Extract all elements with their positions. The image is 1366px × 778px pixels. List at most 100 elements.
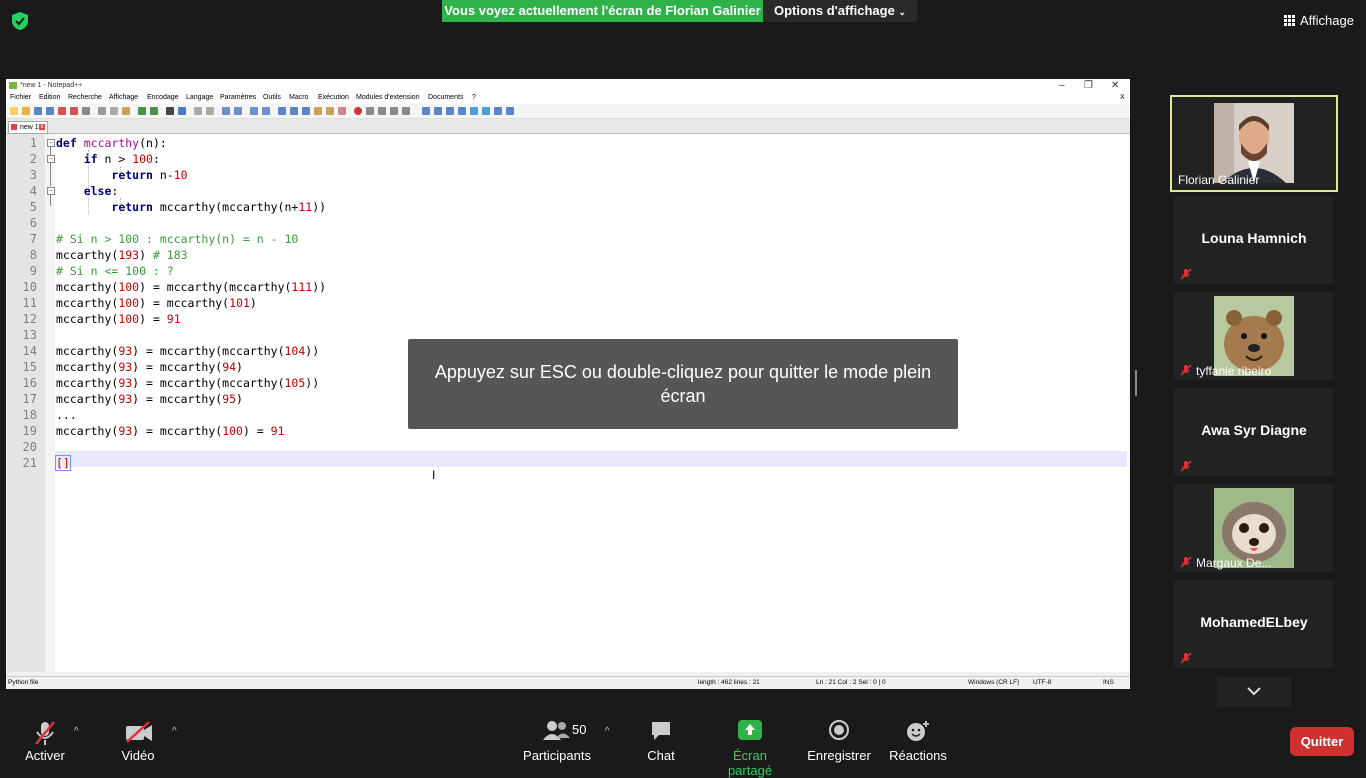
folder-workspace-icon[interactable] [326,107,334,115]
plugin-icon-6[interactable] [506,107,514,115]
view-button[interactable]: Affichage [1278,8,1360,32]
unmute-button[interactable]: Activer [20,712,70,768]
find-icon[interactable] [166,107,174,115]
close-doc-icon[interactable]: X [1120,92,1125,104]
lang-icon[interactable] [290,107,298,115]
close-file-icon[interactable] [58,107,66,115]
monitoring-icon[interactable] [338,107,346,115]
plugin-icon-2[interactable] [434,107,442,115]
participant-tile-tyffanie[interactable]: tyffanie ribeiro [1174,292,1334,380]
unsaved-file-icon [11,124,17,130]
code-line: mccarthy(93) = mccarthy(100) = 91 [56,424,285,438]
arrow-down-icon[interactable] [482,107,490,115]
fold-toggle-icon[interactable]: – [47,139,55,147]
participant-tile-mohamed[interactable]: MohamedELbey [1174,580,1334,668]
doc-map-icon[interactable] [302,107,310,115]
participant-name: tyffanie ribeiro [1196,364,1272,378]
participant-tile-awa[interactable]: Awa Syr Diagne [1174,388,1334,476]
more-participants-button[interactable] [1217,677,1291,707]
status-file-type: Python file [8,679,39,686]
panel-resize-handle[interactable] [1135,370,1137,396]
save-macro-icon[interactable] [402,107,410,115]
code-line: mccarthy(93) = mccarthy(95) [56,392,243,406]
print-icon[interactable] [82,107,90,115]
menu-help[interactable]: ? [472,92,476,104]
video-label: Vidéo [121,748,155,763]
restore-icon[interactable]: ❐ [1084,79,1093,92]
zoom-in-icon[interactable] [194,107,202,115]
save-all-icon[interactable] [46,107,54,115]
function-list-icon[interactable] [314,107,322,115]
video-options-caret-icon[interactable]: ^ [172,726,177,737]
paste-icon[interactable] [122,107,130,115]
save-icon[interactable] [34,107,42,115]
participant-tile-margaux[interactable]: Margaux De... [1174,484,1334,572]
sync-h-icon[interactable] [234,107,242,115]
menu-langage[interactable]: Langage [186,92,213,104]
word-wrap-icon[interactable] [250,107,258,115]
menu-edition[interactable]: Edition [39,92,60,104]
fold-toggle-icon[interactable]: – [47,155,55,163]
sync-v-icon[interactable] [222,107,230,115]
tab-new-1[interactable]: new 1 x [8,121,48,134]
leave-meeting-button[interactable]: Quitter [1290,727,1354,756]
menu-documents[interactable]: Documents [428,92,463,104]
participants-button[interactable]: 50 Participants [522,712,592,768]
new-file-icon[interactable] [10,107,18,115]
menu-fichier[interactable]: Fichier [10,92,31,104]
video-button[interactable]: Vidéo [113,712,163,768]
redo-icon[interactable] [150,107,158,115]
view-options-label: Options d'affichage [774,3,895,18]
plugin-icon-3[interactable] [446,107,454,115]
record-macro-icon[interactable] [354,107,362,115]
plugin-icon-5[interactable] [494,107,502,115]
status-mode: INS [1103,679,1114,686]
reactions-button[interactable]: Réactions [888,712,948,768]
indent-guide-icon[interactable] [278,107,286,115]
security-shield-icon[interactable] [12,12,28,30]
close-all-icon[interactable] [70,107,78,115]
menu-recherche[interactable]: Recherche [68,92,102,104]
tab-close-icon[interactable]: x [39,124,45,130]
code-line: [] [55,455,71,471]
menu-execution[interactable]: Exécution [318,92,349,104]
copy-icon[interactable] [110,107,118,115]
code-line: mccarthy(193) # 183 [56,248,188,262]
zoom-out-icon[interactable] [206,107,214,115]
play-macro-icon[interactable] [378,107,386,115]
view-options-menu[interactable]: Options d'affichage ⌄ [763,0,917,22]
line-number: 1 [29,136,37,150]
cut-icon[interactable] [98,107,106,115]
menu-affichage[interactable]: Affichage [109,92,138,104]
undo-icon[interactable] [138,107,146,115]
share-screen-button[interactable]: Écran partagé [710,712,790,778]
tab-label: new 1 [20,124,39,131]
chat-button[interactable]: Chat [636,712,686,768]
notepad-title-bar: *new 1 - Notepad++ – ❐ ✕ [6,79,1130,92]
menu-encodage[interactable]: Encodage [147,92,179,104]
open-file-icon[interactable] [22,107,30,115]
screen-share-banner: Vous voyez actuellement l'écran de Flori… [442,0,763,22]
audio-options-caret-icon[interactable]: ^ [74,726,79,737]
replace-icon[interactable] [178,107,186,115]
close-icon[interactable]: ✕ [1111,79,1119,92]
plugin-icon-1[interactable] [422,107,430,115]
code-line: mccarthy(93) = mccarthy(mccarthy(105)) [56,376,320,390]
menu-parametres[interactable]: Paramètres [220,92,256,104]
play-multiple-icon[interactable] [390,107,398,115]
stop-macro-icon[interactable] [366,107,374,115]
record-button[interactable]: Enregistrer [806,712,872,768]
minimize-icon[interactable]: – [1059,79,1065,92]
arrow-up-icon[interactable] [470,107,478,115]
menu-modules[interactable]: Modules d'extension [356,92,420,104]
show-all-chars-icon[interactable] [262,107,270,115]
fold-toggle-icon[interactable]: – [47,187,55,195]
code-line: mccarthy(100) = 91 [56,312,181,326]
view-button-label: Affichage [1300,12,1354,28]
participants-options-caret-icon[interactable]: ^ [605,726,610,737]
menu-macro[interactable]: Macro [289,92,308,104]
plugin-icon-4[interactable] [458,107,466,115]
menu-outils[interactable]: Outils [263,92,281,104]
participant-tile-louna[interactable]: Louna Hamnich [1174,196,1334,284]
participant-tile-florian[interactable]: Florian Galinier [1170,95,1338,192]
